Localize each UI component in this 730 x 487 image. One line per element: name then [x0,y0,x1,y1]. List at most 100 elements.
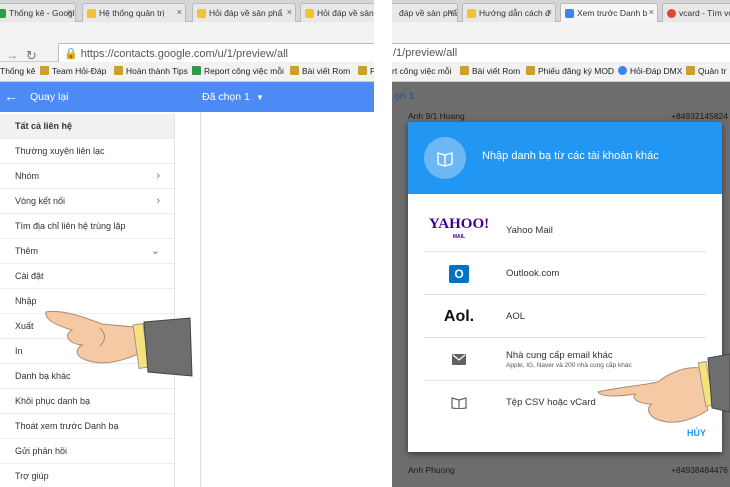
bookmark-item[interactable]: Hỏi-Đáp DMX [618,66,682,76]
bookmark-item[interactable]: Report công việc mỗi [192,66,284,76]
selected-count[interactable]: Đã chọn 1 [202,91,250,103]
dropdown-arrow-icon[interactable]: ▼ [256,93,264,102]
browser-tab[interactable]: Hướng dẫn cách d × [462,3,556,22]
yahoo-logo-icon: YAHOO! MAIL [428,215,490,240]
close-icon[interactable]: × [67,7,72,17]
bookmark-item[interactable]: Bài viết Rom [290,66,350,76]
sidebar-item-label: Xuất [15,321,34,331]
bookmark-icon [358,66,367,75]
sidebar-item-label: Tất cả liên hệ [15,121,73,131]
url-text: /1/preview/all [393,47,458,59]
sidebar-item[interactable]: Trợ giúp [0,464,174,487]
sidebar-item[interactable]: Thường xuyên liên lạc [0,139,174,164]
sidebar-item-label: Trợ giúp [15,471,49,481]
tab-favicon [197,9,206,18]
url-text: https://contacts.google.com/u/1/preview/… [80,48,288,60]
browser-tab-active[interactable]: Xem trước Danh b × [560,3,658,22]
sidebar-item-label: Nhóm [15,171,40,181]
provider-yahoo[interactable]: YAHOO! MAIL Yahoo Mail [424,209,706,252]
lock-icon: 🔒 [64,48,78,60]
provider-name: Yahoo Mail [506,225,553,236]
browser-tab[interactable]: Hỏi đáp về sản ph [300,3,374,22]
close-icon[interactable]: × [649,7,654,17]
sidebar-item-label: Thêm [15,246,39,256]
url-field[interactable]: /1/preview/all [392,43,730,63]
sidebar-item-label: Vòng kết nối [15,196,66,206]
address-bar-area: → ↻ 🔒 https://contacts.google.com/u/1/pre… [0,22,374,63]
tab-title: Xem trước Danh b [577,8,648,18]
close-icon[interactable]: × [449,7,454,17]
contact-phone: +84938484476 [671,465,728,475]
sidebar-item[interactable]: Nhóm › [0,164,174,189]
contact-phone: +84932145824 [671,111,728,121]
sidebar-item-label: In [15,346,23,356]
provider-name: AOL [506,311,526,322]
close-icon[interactable]: × [287,7,292,17]
forward-arrow-icon[interactable]: → [6,48,18,62]
bookmarks-bar: Thống kê Team Hỏi-Đáp Hoàn thành Tips Re… [0,62,374,82]
tab-title: Hướng dẫn cách d [479,8,550,18]
pointing-hand-icon [45,310,193,377]
browser-tab[interactable]: vcard - Tìm vớ [662,3,730,22]
bookmark-item[interactable]: Team Hỏi-Đáp [40,66,106,76]
dialog-header: Nhập danh bạ từ các tài khoản khác [408,122,722,194]
book-icon [424,137,466,179]
aol-logo-icon: Aol. [443,307,475,325]
sidebar-item[interactable]: Vòng kết nối › [0,189,174,214]
sidebar-item[interactable]: Thoát xem trước Danh bạ [0,414,174,439]
bookmark-icon [460,66,469,75]
chevron-icon: ⌄ [150,245,160,257]
contact-name: Anh Phuong [408,465,455,475]
contact-list-area [176,112,374,487]
sidebar-item[interactable]: Tất cả liên hệ [0,114,174,139]
url-field[interactable]: 🔒 https://contacts.google.com/u/1/preview… [58,43,374,63]
sidebar-item-label: Tìm địa chỉ liên hệ trùng lặp [15,221,126,231]
back-arrow-icon[interactable]: ← [4,88,18,104]
left-screenshot: Thống kê - Google × Hệ thống quản trị × Hỏ… [0,0,374,487]
provider-aol[interactable]: Aol. AOL [424,295,706,338]
tab-strip: Thống kê - Google × Hệ thống quản trị × Hỏ… [0,0,374,22]
divider [374,0,392,487]
bookmark-item[interactable]: Phiếu đăng ký MOD [526,66,614,76]
tab-title: vcard - Tìm vớ [679,8,730,18]
sidebar-item[interactable]: Khôi phục danh bạ [0,389,174,414]
back-label[interactable]: Quay lại [30,91,69,103]
selected-count: ọn 1 [394,90,415,102]
bookmark-item[interactable]: Thống kê [0,66,35,76]
sidebar-item[interactable]: Cài đặt [0,264,174,289]
browser-tab[interactable]: Hệ thống quản trị × [82,3,186,22]
bookmark-item[interactable]: Hoàn thành Tips [114,66,188,76]
sidebar-item-label: Cài đặt [15,271,44,281]
right-screenshot: đáp về sản phẩm × Hướng dẫn cách d × Xem t… [392,0,730,487]
browser-tab[interactable]: Thống kê - Google × [0,3,76,22]
bookmark-icon [192,66,201,75]
tab-title: Hỏi đáp về sản ph [317,8,374,18]
bookmark-item[interactable]: rt công việc mỗi [392,66,452,76]
provider-outlook[interactable]: O Outlook.com [424,252,706,295]
bookmark-icon [114,66,123,75]
provider-name: Tệp CSV hoặc vCard [506,397,596,408]
tab-favicon [0,9,6,18]
bookmark-item[interactable]: Quản tr [686,66,726,76]
google-favicon [667,9,676,18]
tab-strip: đáp về sản phẩm × Hướng dẫn cách d × Xem t… [392,0,730,22]
provider-name: Outlook.com [506,268,560,279]
contacts-favicon [565,9,574,18]
sidebar-item[interactable]: Tìm địa chỉ liên hệ trùng lặp [0,214,174,239]
tab-title: Hỏi đáp về sản phẩ [209,8,283,18]
bookmark-icon [686,66,695,75]
sidebar-item[interactable]: Thêm ⌄ [0,239,174,264]
dialog-title: Nhập danh bạ từ các tài khoản khác [482,150,659,162]
contacts-header: ← Quay lại Đã chọn 1 ▼ [0,82,374,112]
close-icon[interactable]: × [547,7,552,17]
chevron-icon: › [156,195,160,207]
bookmark-item[interactable]: Bài viết Rom [460,66,520,76]
mail-icon [424,338,494,381]
sidebar-item[interactable]: Gửi phản hồi [0,439,174,464]
bookmark-item[interactable]: P [358,66,374,76]
outlook-logo-icon: O [424,252,494,295]
bookmarks-bar: rt công việc mỗi Bài viết Rom Phiếu đăng… [392,62,730,82]
close-icon[interactable]: × [177,7,182,17]
browser-tab[interactable]: Hỏi đáp về sản phẩ × [192,3,296,22]
browser-tab[interactable]: đáp về sản phẩm × [392,3,458,22]
